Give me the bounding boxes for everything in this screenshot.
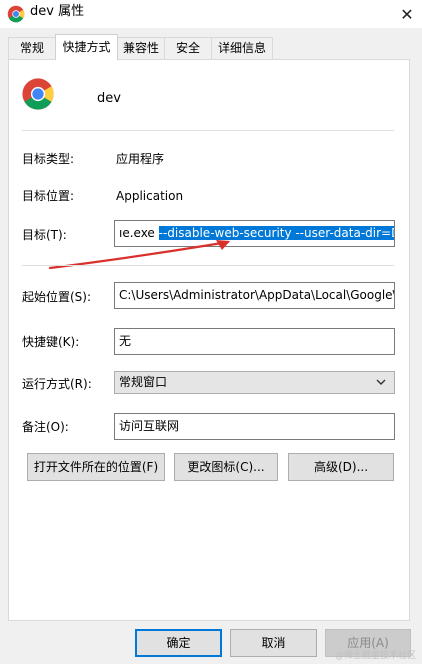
chevron-down-icon bbox=[376, 379, 386, 385]
advanced-button[interactable]: 高级(D)... bbox=[288, 453, 394, 481]
watermark: @稀土掘金技术社区 bbox=[335, 651, 417, 661]
comment-label: 备注(O): bbox=[22, 420, 69, 434]
run-label: 运行方式(R): bbox=[22, 377, 92, 391]
tab-details[interactable]: 详细信息 bbox=[211, 37, 273, 59]
target-location-value: Application bbox=[116, 189, 184, 203]
close-icon: ✕ bbox=[400, 4, 414, 24]
ok-button[interactable]: 确定 bbox=[135, 629, 222, 657]
open-file-location-button[interactable]: 打开文件所在的位置(F) bbox=[27, 453, 165, 481]
close-button[interactable]: ✕ bbox=[392, 0, 422, 28]
tab-compatibility[interactable]: 兼容性 bbox=[117, 37, 165, 59]
chrome-icon bbox=[22, 78, 54, 110]
comment-input[interactable]: 访问互联网 bbox=[114, 413, 395, 440]
divider bbox=[22, 130, 394, 131]
change-icon-button[interactable]: 更改图标(C)... bbox=[174, 453, 278, 481]
target-type-label: 目标类型: bbox=[22, 152, 75, 166]
tab-security[interactable]: 安全 bbox=[164, 37, 212, 59]
cancel-button[interactable]: 取消 bbox=[230, 629, 317, 657]
shortcut-key-input[interactable]: 无 bbox=[114, 328, 395, 355]
run-select-value: 常规窗口 bbox=[119, 375, 168, 389]
target-location-label: 目标位置: bbox=[22, 189, 75, 203]
divider bbox=[22, 265, 394, 266]
shortcut-name: dev bbox=[97, 91, 121, 106]
tab-shortcut[interactable]: 快捷方式 bbox=[55, 34, 118, 60]
chrome-icon bbox=[7, 5, 25, 23]
shortcut-key-label: 快捷键(K): bbox=[22, 335, 80, 349]
target-type-value: 应用程序 bbox=[116, 152, 165, 166]
start-in-label: 起始位置(S): bbox=[22, 290, 92, 304]
run-select[interactable]: 常规窗口 bbox=[114, 371, 395, 394]
tab-general[interactable]: 常规 bbox=[8, 37, 56, 59]
annotation-arrow bbox=[48, 240, 230, 270]
start-in-input[interactable]: C:\Users\Administrator\AppData\Local\Goo… bbox=[114, 282, 395, 309]
window-title: dev 属性 bbox=[30, 4, 85, 19]
